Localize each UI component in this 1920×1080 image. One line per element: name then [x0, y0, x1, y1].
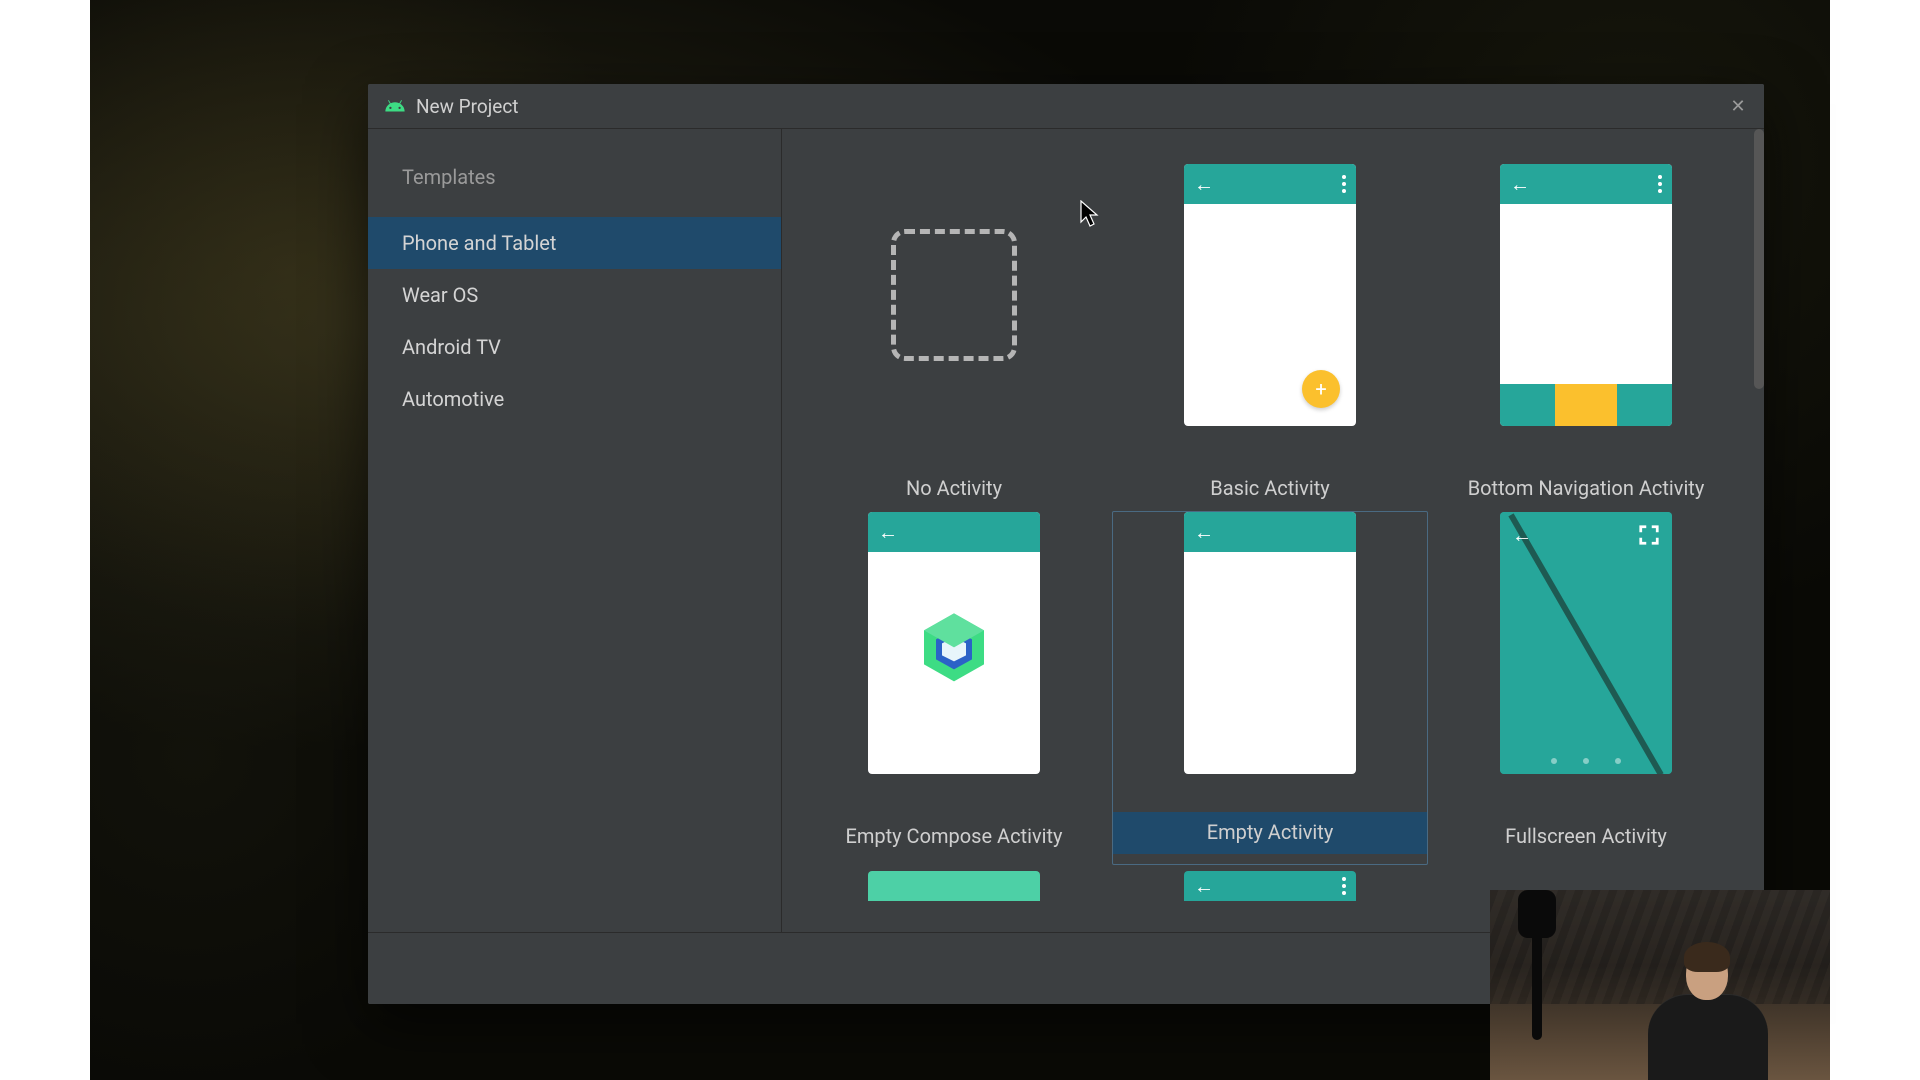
template-label: Bottom Navigation Activity — [1468, 468, 1705, 500]
close-icon: ✕ — [1730, 96, 1745, 117]
template-label: Empty Compose Activity — [845, 816, 1062, 848]
appbar-preview: ← — [1500, 512, 1672, 558]
sidebar-item-label: Phone and Tablet — [402, 231, 556, 255]
appbar-preview: ← — [1184, 512, 1356, 552]
template-thumb-partial — [868, 871, 1040, 901]
sidebar-item-wear-os[interactable]: Wear OS — [368, 269, 781, 321]
letterbox-left — [0, 0, 90, 1080]
fab-icon: + — [1302, 370, 1340, 408]
bottom-nav-preview — [1500, 384, 1672, 426]
presenter — [1620, 930, 1790, 1080]
letterbox-right — [1830, 0, 1920, 1080]
webcam-overlay — [1490, 890, 1830, 1080]
close-button[interactable]: ✕ — [1724, 92, 1752, 120]
sidebar-item-label: Automotive — [402, 387, 504, 411]
sidebar-item-android-tv[interactable]: Android TV — [368, 321, 781, 373]
back-arrow-icon: ← — [1194, 871, 1214, 899]
sidebar-item-automotive[interactable]: Automotive — [368, 373, 781, 425]
sidebar-item-label: Android TV — [402, 335, 501, 359]
back-arrow-icon: ← — [1194, 172, 1214, 197]
template-gallery: No Activity ← + Basic Activity — [782, 129, 1764, 932]
dialog-title: New Project — [416, 95, 518, 118]
overflow-menu-icon — [1658, 175, 1662, 193]
sidebar-item-phone-tablet[interactable]: Phone and Tablet — [368, 217, 781, 269]
template-thumb: ← + — [1184, 164, 1356, 426]
appbar-preview: ← — [868, 512, 1040, 552]
back-arrow-icon: ← — [1512, 523, 1532, 548]
template-thumb: ← — [868, 512, 1040, 774]
template-empty-compose[interactable]: ← Empty Compose Activity — [796, 511, 1112, 865]
compose-logo-icon — [918, 609, 990, 693]
template-empty-activity[interactable]: ← Empty Activity — [1112, 511, 1428, 865]
dialog-titlebar: New Project ✕ — [368, 84, 1764, 128]
template-label: Empty Activity — [1113, 812, 1427, 854]
overflow-menu-icon — [1342, 175, 1346, 193]
template-bottom-navigation[interactable]: ← Bottom Navigation Activity — [1428, 163, 1744, 511]
scrollbar[interactable] — [1754, 129, 1764, 389]
template-thumb — [868, 164, 1040, 426]
mouse-cursor-icon — [1080, 200, 1100, 232]
template-thumb: ← — [1500, 164, 1672, 426]
template-thumb: ← — [1184, 512, 1356, 774]
template-label: Basic Activity — [1210, 468, 1329, 500]
back-arrow-icon: ← — [1510, 172, 1530, 197]
template-partial[interactable] — [796, 871, 1112, 901]
sidebar-header: Templates — [368, 159, 781, 217]
template-thumb-partial: ← — [1184, 871, 1356, 901]
microphone — [1532, 920, 1542, 1040]
fullscreen-icon — [1638, 524, 1660, 546]
sidebar-item-label: Wear OS — [402, 283, 478, 307]
appbar-preview: ← — [1184, 164, 1356, 204]
template-label: No Activity — [906, 468, 1002, 500]
empty-placeholder-icon — [891, 229, 1017, 361]
appbar-preview: ← — [1500, 164, 1672, 204]
back-arrow-icon: ← — [1194, 520, 1214, 545]
template-grid: No Activity ← + Basic Activity — [782, 129, 1764, 865]
template-category-sidebar: Templates Phone and Tablet Wear OS Andro… — [368, 129, 782, 932]
template-no-activity[interactable]: No Activity — [796, 163, 1112, 511]
template-fullscreen-activity[interactable]: ← Fullscreen Activity — [1428, 511, 1744, 865]
template-basic-activity[interactable]: ← + Basic Activity — [1112, 163, 1428, 511]
template-partial[interactable]: ← — [1112, 871, 1428, 901]
android-icon — [384, 95, 406, 117]
overflow-menu-icon — [1342, 873, 1346, 895]
new-project-dialog: New Project ✕ Templates Phone and Tablet… — [368, 84, 1764, 1004]
template-label: Fullscreen Activity — [1505, 816, 1667, 848]
page-indicator — [1500, 758, 1672, 764]
back-arrow-icon: ← — [878, 520, 898, 545]
dialog-body: Templates Phone and Tablet Wear OS Andro… — [368, 128, 1764, 932]
template-thumb: ← — [1500, 512, 1672, 774]
